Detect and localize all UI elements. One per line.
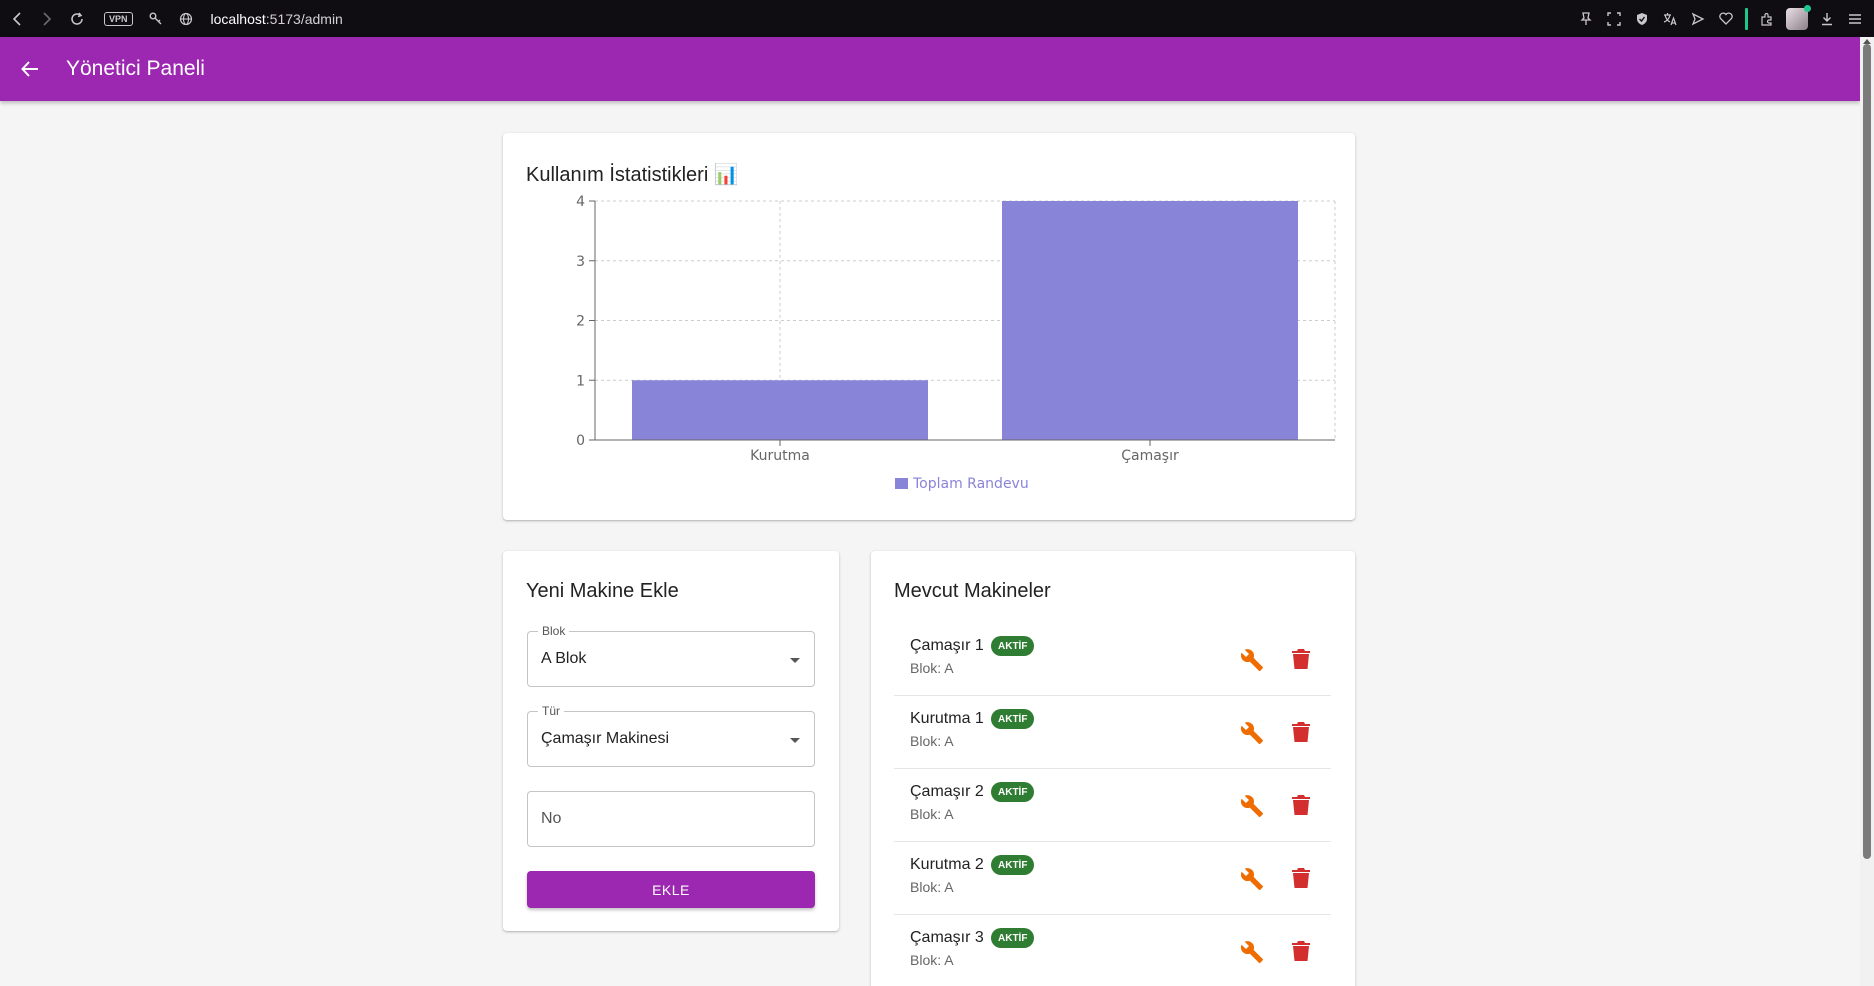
machine-block: Blok: A bbox=[910, 733, 954, 749]
download-icon[interactable] bbox=[1818, 10, 1836, 28]
send-icon[interactable] bbox=[1689, 10, 1707, 28]
forward-nav-icon[interactable] bbox=[34, 6, 60, 32]
machine-list-item: Kurutma 2 AKTİF Blok: A bbox=[894, 842, 1331, 915]
y-tick-label: 4 bbox=[576, 194, 585, 210]
url-path: :5173/admin bbox=[265, 10, 343, 27]
chevron-down-icon bbox=[790, 658, 800, 663]
app-bar: Yönetici Paneli bbox=[0, 37, 1860, 101]
machine-block: Blok: A bbox=[910, 879, 954, 895]
machine-list-item: Çamaşır 2 AKTİF Blok: A bbox=[894, 769, 1331, 842]
machine-list-item: Çamaşır 3 AKTİF Blok: A bbox=[894, 915, 1331, 986]
machines-card: Mevcut Makineler Çamaşır 1 AKTİF Blok: A Ku… bbox=[871, 551, 1355, 986]
usage-bar-chart: 0 1 2 3 4 Kurutma Çamaşır Toplam Randevu bbox=[576, 194, 1336, 492]
translate-icon[interactable] bbox=[1661, 10, 1679, 28]
back-arrow-icon[interactable] bbox=[6, 45, 54, 93]
add-machine-title: Yeni Makine Ekle bbox=[526, 580, 679, 602]
browser-extensions bbox=[1577, 0, 1864, 37]
pin-icon[interactable] bbox=[1577, 10, 1595, 28]
machine-block: Blok: A bbox=[910, 660, 954, 676]
y-tick-label: 0 bbox=[576, 433, 585, 449]
status-badge: AKTİF bbox=[991, 782, 1035, 802]
legend-label: Toplam Randevu bbox=[912, 476, 1029, 492]
machine-name: Çamaşır 3 bbox=[910, 929, 984, 946]
vpn-badge[interactable]: VPN bbox=[104, 11, 133, 26]
browser-toolbar: VPN localhost:5173/admin bbox=[0, 0, 1874, 37]
block-label: Blok bbox=[538, 624, 570, 638]
trash-icon[interactable] bbox=[1289, 647, 1313, 671]
wrench-icon[interactable] bbox=[1239, 793, 1265, 819]
profile-avatar[interactable] bbox=[1786, 4, 1811, 30]
reload-icon[interactable] bbox=[64, 6, 90, 32]
wrench-icon[interactable] bbox=[1239, 647, 1265, 673]
block-select[interactable]: Blok A Blok bbox=[527, 624, 815, 687]
screenshot-icon[interactable] bbox=[1605, 10, 1623, 28]
back-nav-icon[interactable] bbox=[4, 6, 30, 32]
y-tick-label: 2 bbox=[576, 314, 585, 330]
status-badge: AKTİF bbox=[991, 709, 1035, 729]
address-bar[interactable]: localhost:5173/admin bbox=[211, 11, 343, 27]
wrench-icon[interactable] bbox=[1239, 939, 1265, 965]
shield-icon[interactable] bbox=[1633, 10, 1651, 28]
machine-list: Çamaşır 1 AKTİF Blok: A Kurutma 1 AKTİF Blok:… bbox=[894, 623, 1331, 986]
scrollbar-thumb[interactable] bbox=[1863, 44, 1871, 859]
usage-stats-card: Kullanım İstatistikleri 📊 0 1 2 3 4 Kurutma Ça… bbox=[503, 133, 1355, 520]
machine-name: Çamaşır 2 bbox=[910, 783, 984, 800]
wrench-icon[interactable] bbox=[1239, 720, 1265, 746]
url-host: localhost bbox=[210, 10, 266, 27]
y-tick-label: 1 bbox=[576, 373, 585, 389]
trash-icon[interactable] bbox=[1289, 866, 1313, 890]
type-value: Çamaşır Makinesi bbox=[541, 730, 670, 747]
trash-icon[interactable] bbox=[1289, 939, 1313, 963]
bar-kurutma[interactable] bbox=[632, 380, 928, 440]
legend-swatch bbox=[895, 478, 908, 489]
add-machine-card: Yeni Makine Ekle Blok A Blok Tür Çamaşır… bbox=[503, 551, 839, 931]
machine-name: Çamaşır 1 bbox=[910, 637, 984, 654]
x-tick-label: Kurutma bbox=[750, 448, 810, 464]
y-tick-label: 3 bbox=[576, 254, 585, 270]
heart-icon[interactable] bbox=[1717, 10, 1735, 28]
machine-list-item: Kurutma 1 AKTİF Blok: A bbox=[894, 696, 1331, 769]
key-icon[interactable] bbox=[143, 6, 169, 32]
extensions-icon[interactable] bbox=[1758, 10, 1776, 28]
add-machine-button[interactable]: EKLE bbox=[527, 871, 815, 908]
globe-icon[interactable] bbox=[173, 6, 199, 32]
wrench-icon[interactable] bbox=[1239, 866, 1265, 892]
machines-title: Mevcut Makineler bbox=[894, 580, 1051, 602]
x-tick-label: Çamaşır bbox=[1121, 448, 1179, 464]
trash-icon[interactable] bbox=[1289, 793, 1313, 817]
chevron-down-icon bbox=[790, 738, 800, 743]
no-placeholder: No bbox=[541, 810, 562, 827]
machine-name: Kurutma 1 bbox=[910, 710, 984, 727]
type-select[interactable]: Tür Çamaşır Makinesi bbox=[527, 704, 815, 767]
trash-icon[interactable] bbox=[1289, 720, 1313, 744]
block-value: A Blok bbox=[541, 650, 587, 667]
sidebar-divider bbox=[1745, 7, 1748, 30]
type-label: Tür bbox=[538, 704, 564, 718]
page-title: Yönetici Paneli bbox=[66, 57, 205, 80]
no-input[interactable]: No bbox=[527, 791, 815, 847]
machine-name: Kurutma 2 bbox=[910, 856, 984, 873]
status-badge: AKTİF bbox=[991, 636, 1035, 656]
machine-list-item: Çamaşır 1 AKTİF Blok: A bbox=[894, 623, 1331, 696]
machine-block: Blok: A bbox=[910, 952, 954, 968]
status-badge: AKTİF bbox=[991, 855, 1035, 875]
status-badge: AKTİF bbox=[991, 928, 1035, 948]
machine-block: Blok: A bbox=[910, 806, 954, 822]
menu-icon[interactable] bbox=[1846, 10, 1864, 28]
bar-çamaşır[interactable] bbox=[1002, 201, 1298, 440]
